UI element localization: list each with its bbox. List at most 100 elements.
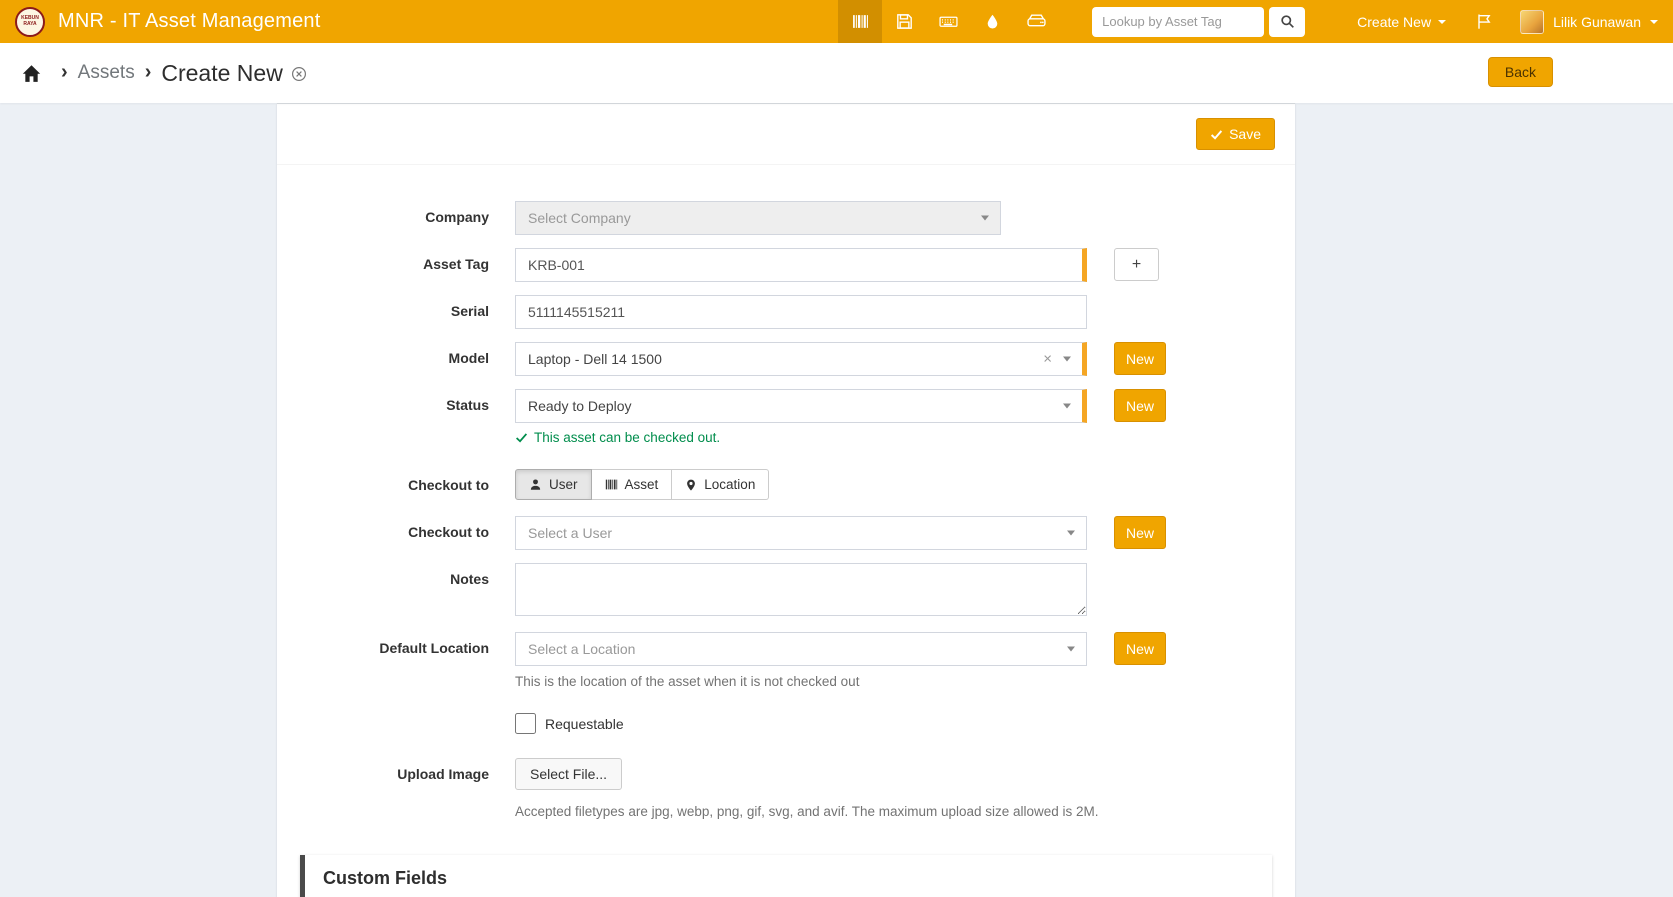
keyboard-icon[interactable] — [926, 0, 970, 43]
main-content: Save Company Select Company Asset Tag — [0, 103, 1673, 897]
company-label: Company — [277, 201, 515, 225]
serial-label: Serial — [277, 295, 515, 319]
model-select-value: Laptop - Dell 14 1500 — [528, 351, 662, 367]
user-menu[interactable]: Lilik Gunawan — [1520, 10, 1658, 34]
notes-textarea[interactable] — [515, 563, 1087, 616]
asset-lookup — [1092, 7, 1305, 37]
company-row: Company Select Company — [277, 201, 1295, 235]
home-icon[interactable] — [22, 64, 41, 83]
chevron-down-icon — [981, 216, 989, 221]
checkout-type-user-button[interactable]: User — [515, 469, 592, 500]
breadcrumb-separator: › — [61, 62, 68, 85]
form-header: Save — [277, 104, 1295, 165]
brand: KEBUN RAYA MNR - IT Asset Management — [15, 7, 321, 37]
requestable-checkbox[interactable] — [515, 713, 536, 734]
droplet-icon[interactable] — [970, 0, 1014, 43]
chevron-down-icon — [1067, 647, 1075, 652]
checkout-type-location-button[interactable]: Location — [672, 469, 769, 500]
create-new-menu[interactable]: Create New — [1357, 14, 1446, 30]
asset-tag-row: Asset Tag + — [277, 248, 1295, 282]
new-model-button[interactable]: New — [1114, 342, 1166, 375]
new-status-button[interactable]: New — [1114, 389, 1166, 422]
custom-fields-title: Custom Fields — [323, 868, 1254, 889]
select-file-button[interactable]: Select File... — [515, 758, 622, 790]
floppy-icon[interactable] — [882, 0, 926, 43]
chevron-down-icon — [1063, 357, 1071, 362]
upload-image-label: Upload Image — [277, 758, 515, 782]
checkout-user-select-value: Select a User — [528, 525, 612, 541]
status-help: This asset can be checked out. — [515, 430, 1087, 445]
add-asset-tag-button[interactable]: + — [1114, 248, 1159, 281]
save-button-label: Save — [1229, 126, 1261, 142]
check-icon — [1210, 128, 1223, 141]
company-select-value: Select Company — [528, 210, 631, 226]
default-location-select-value: Select a Location — [528, 641, 635, 657]
top-navbar: KEBUN RAYA MNR - IT Asset Management Cre… — [0, 0, 1673, 43]
breadcrumb-separator: › — [145, 62, 152, 85]
new-location-button[interactable]: New — [1114, 632, 1166, 665]
breadcrumb-bar: › Assets › Create New Back — [0, 43, 1673, 103]
barcode-icon[interactable] — [838, 0, 882, 43]
breadcrumb-assets-link[interactable]: Assets — [78, 62, 135, 84]
chevron-down-icon — [1650, 20, 1658, 24]
new-user-button[interactable]: New — [1114, 516, 1166, 549]
custom-fields-section: Custom Fields — [300, 855, 1272, 897]
back-button[interactable]: Back — [1488, 57, 1553, 87]
user-icon — [529, 478, 542, 491]
chevron-down-icon — [1438, 20, 1446, 24]
avatar — [1520, 10, 1544, 34]
requestable-label: Requestable — [545, 716, 624, 732]
asset-tag-label: Asset Tag — [277, 248, 515, 272]
default-location-select[interactable]: Select a Location — [515, 632, 1087, 666]
flag-icon[interactable] — [1476, 13, 1492, 30]
default-location-help: This is the location of the asset when i… — [515, 674, 1087, 689]
app-logo[interactable]: KEBUN RAYA — [15, 7, 45, 37]
checkout-user-label: Checkout to — [277, 516, 515, 540]
location-pin-icon — [685, 478, 697, 492]
status-help-text: This asset can be checked out. — [534, 430, 720, 445]
checkout-user-row: Checkout to Select a User New — [277, 516, 1295, 550]
quick-shortcuts — [838, 0, 1058, 43]
checkout-type-location-label: Location — [704, 477, 755, 492]
circle-x-icon — [291, 66, 307, 82]
serial-input[interactable] — [515, 295, 1087, 329]
asset-create-form-card: Save Company Select Company Asset Tag — [277, 103, 1295, 897]
form-body: Company Select Company Asset Tag + Ser — [277, 165, 1295, 829]
clear-selection-icon[interactable]: × — [1043, 352, 1052, 367]
checkout-type-asset-button[interactable]: Asset — [592, 469, 673, 500]
checkout-type-row: Checkout to User Asset Locat — [277, 469, 1295, 500]
model-select[interactable]: Laptop - Dell 14 1500 × — [515, 342, 1087, 376]
app-title: MNR - IT Asset Management — [58, 10, 321, 33]
page-title: Create New — [161, 60, 306, 87]
create-new-label: Create New — [1357, 14, 1431, 30]
user-name: Lilik Gunawan — [1553, 14, 1641, 30]
status-select[interactable]: Ready to Deploy — [515, 389, 1087, 423]
default-location-row: Default Location Select a Location This … — [277, 632, 1295, 689]
asset-tag-input[interactable] — [515, 248, 1087, 282]
upload-image-help: Accepted filetypes are jpg, webp, png, g… — [515, 804, 1099, 819]
upload-image-row: Upload Image Select File... Accepted fil… — [277, 758, 1295, 819]
status-select-value: Ready to Deploy — [528, 398, 632, 414]
checkout-type-toggle: User Asset Location — [515, 469, 769, 500]
default-location-label: Default Location — [277, 632, 515, 656]
checkout-type-asset-label: Asset — [625, 477, 659, 492]
requestable-row: Requestable — [277, 713, 1295, 734]
status-label: Status — [277, 389, 515, 413]
hdd-icon[interactable] — [1014, 0, 1058, 43]
checkout-user-select[interactable]: Select a User — [515, 516, 1087, 550]
search-button[interactable] — [1269, 7, 1305, 37]
company-select[interactable]: Select Company — [515, 201, 1001, 235]
chevron-down-icon — [1067, 531, 1075, 536]
asset-lookup-input[interactable] — [1092, 7, 1264, 37]
check-icon — [515, 431, 528, 444]
checkout-type-label: Checkout to — [277, 469, 515, 493]
serial-row: Serial — [277, 295, 1295, 329]
model-label: Model — [277, 342, 515, 366]
search-icon — [1280, 14, 1295, 29]
model-row: Model Laptop - Dell 14 1500 × New — [277, 342, 1295, 376]
chevron-down-icon — [1063, 404, 1071, 409]
notes-label: Notes — [277, 563, 515, 587]
notes-row: Notes — [277, 563, 1295, 619]
save-button[interactable]: Save — [1196, 118, 1275, 150]
checkout-type-user-label: User — [549, 477, 578, 492]
